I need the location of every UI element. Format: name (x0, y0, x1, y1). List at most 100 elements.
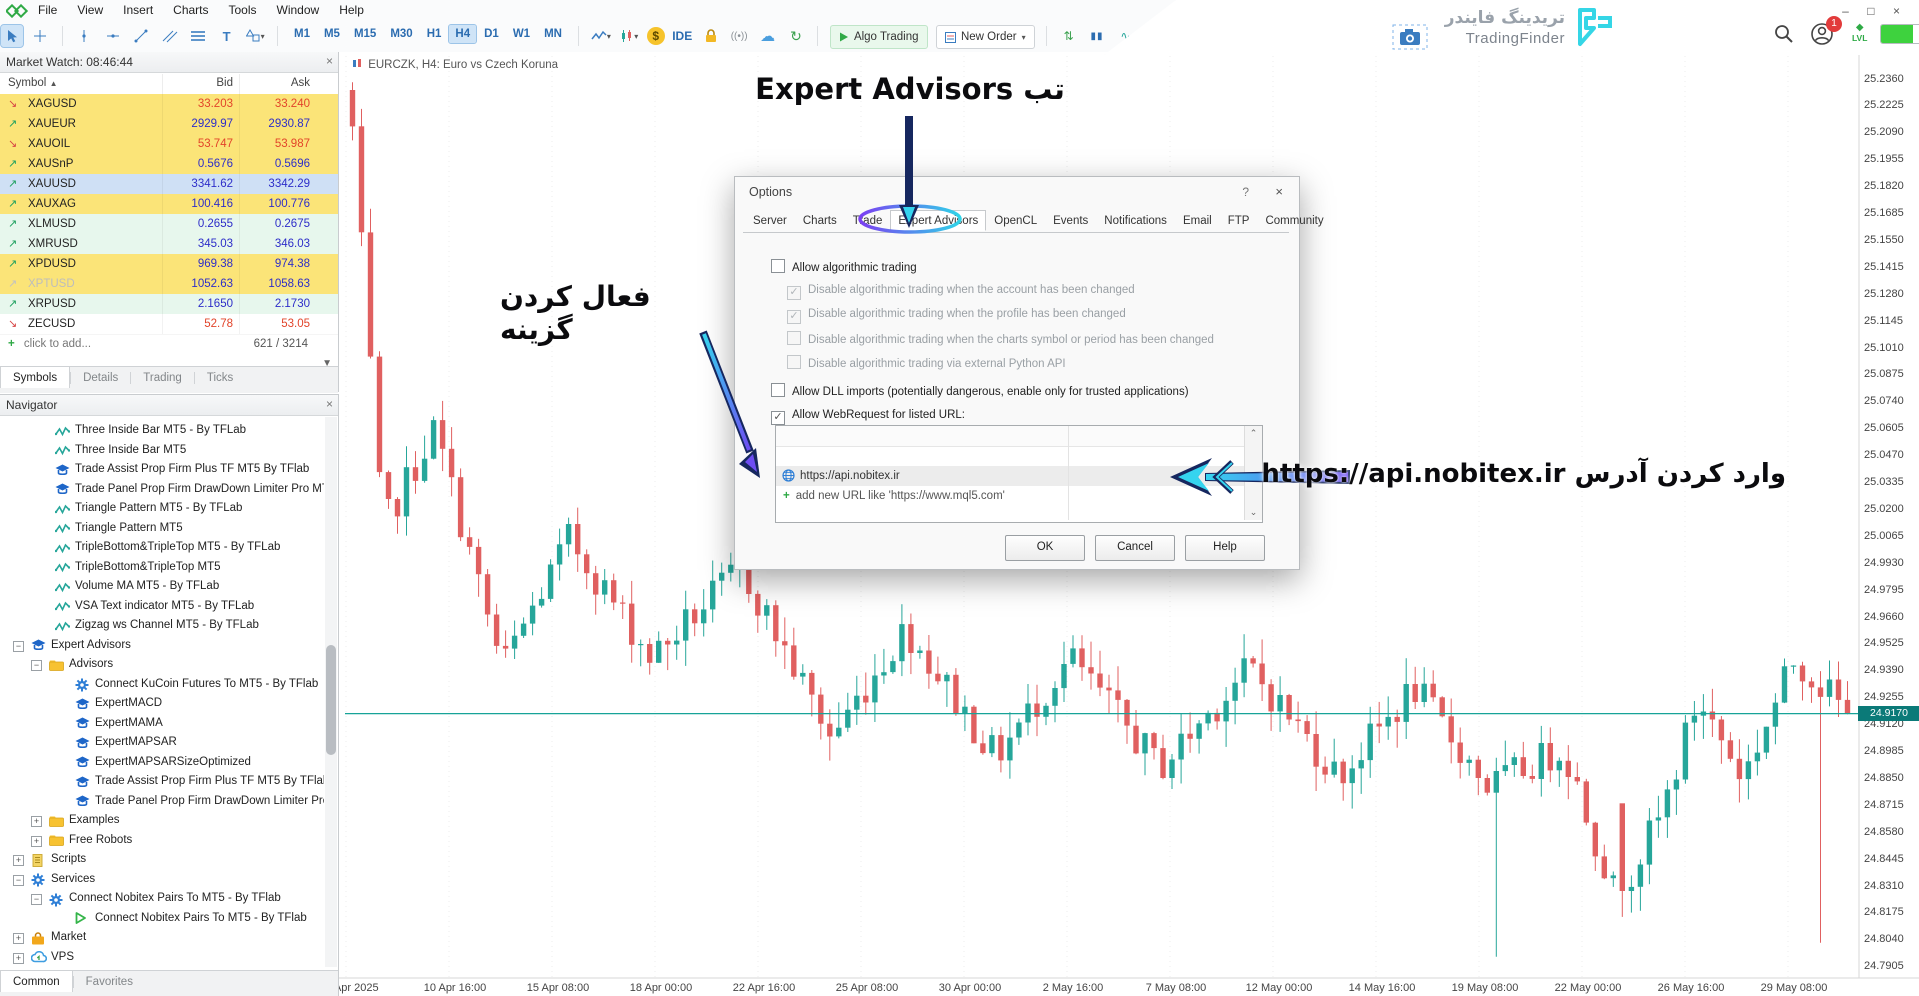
collapse-icon[interactable]: − (31, 660, 42, 671)
ok-button[interactable]: OK (1005, 535, 1085, 561)
camera-icon[interactable] (1392, 24, 1428, 50)
checkbox-unchecked-icon[interactable] (787, 355, 801, 369)
dialog-tab-expert-advisors[interactable]: Expert Advisors (890, 210, 986, 231)
close-icon[interactable]: × (326, 397, 333, 411)
navigator-scrollbar[interactable] (325, 417, 337, 967)
dialog-tab-trade[interactable]: Trade (845, 210, 891, 231)
crosshair-tool-button[interactable] (29, 25, 51, 47)
tree-item[interactable]: ExpertMACD (0, 694, 324, 714)
tree-item[interactable]: −Services (0, 870, 324, 890)
timeframe-d1[interactable]: D1 (478, 25, 505, 43)
market-row-xpdusd[interactable]: ↗XPDUSD969.38974.38 (0, 254, 338, 275)
signal-icon[interactable]: ((•)) (728, 25, 750, 47)
cloud-icon[interactable]: ☁ (757, 25, 779, 47)
search-icon[interactable] (1774, 24, 1794, 44)
collapse-icon[interactable]: − (13, 641, 24, 652)
expand-icon[interactable]: + (13, 855, 24, 866)
market-row-xaueur[interactable]: ↗XAUEUR2929.972930.87 (0, 114, 338, 135)
menu-window[interactable]: Window (267, 0, 330, 20)
tab-symbols[interactable]: Symbols (0, 366, 70, 388)
timeframe-m1[interactable]: M1 (288, 25, 316, 43)
market-row-xlmusd[interactable]: ↗XLMUSD0.26550.2675 (0, 214, 338, 235)
checkbox-0[interactable]: Allow algorithmic trading (771, 259, 917, 275)
tree-item[interactable]: Volume MA MT5 - By TFLab (0, 577, 324, 597)
expand-icon[interactable]: + (31, 816, 42, 827)
dialog-tab-opencl[interactable]: OpenCL (986, 210, 1045, 231)
checkbox-checked-icon[interactable]: ✓ (787, 310, 801, 324)
menu-view[interactable]: View (67, 0, 113, 20)
column-ask[interactable]: Ask (239, 77, 310, 89)
tree-item[interactable]: +Scripts (0, 850, 324, 870)
dialog-tab-ftp[interactable]: FTP (1220, 210, 1258, 231)
market-row-xauusd[interactable]: ↗XAUUSD3341.623342.29 (0, 174, 338, 195)
market-row-xrpusd[interactable]: ↗XRPUSD2.16502.1730 (0, 294, 338, 315)
close-icon[interactable]: × (1275, 184, 1283, 199)
tab-favorites[interactable]: Favorites (74, 972, 145, 992)
close-button[interactable]: × (1893, 4, 1900, 18)
tree-item[interactable]: −Expert Advisors (0, 636, 324, 656)
new-order-button[interactable]: New Order▾ (936, 25, 1035, 49)
menu-charts[interactable]: Charts (163, 0, 218, 20)
currency-icon[interactable]: $ (647, 27, 665, 45)
timeframe-mn[interactable]: MN (538, 25, 568, 43)
tree-item[interactable]: +Free Robots (0, 831, 324, 851)
tab-trading[interactable]: Trading (131, 368, 194, 388)
dialog-tab-community[interactable]: Community (1257, 210, 1331, 231)
tree-item[interactable]: ExpertMAPSARSizeOptimized (0, 753, 324, 773)
scroll-up-icon[interactable]: ⌃ (1245, 428, 1262, 439)
tree-item[interactable]: Triangle Pattern MT5 - By TFLab (0, 499, 324, 519)
tree-item[interactable]: +VPS (0, 948, 324, 968)
sync-icon[interactable]: ↻ (785, 25, 807, 47)
tree-item[interactable]: −Connect Nobitex Pairs To MT5 - By TFlab (0, 889, 324, 909)
channel-tool-button[interactable] (159, 25, 181, 47)
restore-button[interactable]: □ (1867, 4, 1874, 18)
timeframe-m30[interactable]: M30 (384, 25, 418, 43)
cursor-tool-button[interactable] (1, 25, 23, 47)
checkbox-4[interactable]: Disable algorithmic trading via external… (787, 355, 1066, 371)
dialog-tab-notifications[interactable]: Notifications (1096, 210, 1175, 231)
timeframe-m5[interactable]: M5 (318, 25, 346, 43)
scroll-down-icon[interactable]: ⌄ (1245, 507, 1262, 518)
tree-item[interactable]: ExpertMAPSAR (0, 733, 324, 753)
timeframe-w1[interactable]: W1 (507, 25, 536, 43)
pause-icon[interactable]: ▮▮ (1086, 25, 1108, 47)
tree-item[interactable]: Triangle Pattern MT5 (0, 519, 324, 539)
tree-item[interactable]: TripleBottom&TripleTop MT5 (0, 558, 324, 578)
tab-details[interactable]: Details (71, 368, 130, 388)
tree-item[interactable]: Zigzag ws Channel MT5 - By TFLab (0, 616, 324, 636)
menu-insert[interactable]: Insert (113, 0, 163, 20)
collapse-icon[interactable]: − (13, 875, 24, 886)
column-bid[interactable]: Bid (162, 77, 233, 89)
tab-common[interactable]: Common (0, 970, 73, 992)
checkbox-3[interactable]: Disable algorithmic trading when the cha… (787, 331, 1214, 347)
checkbox-5[interactable]: Allow DLL imports (potentially dangerous… (771, 383, 1189, 399)
column-symbol[interactable]: Symbol ▲ (8, 77, 57, 89)
menu-file[interactable]: File (28, 0, 67, 20)
checkbox-6[interactable]: ✓Allow WebRequest for listed URL: (771, 408, 965, 424)
add-symbol-row[interactable]: + click to add... 621 / 3214 (0, 334, 338, 354)
market-row-xauxag[interactable]: ↗XAUXAG100.416100.776 (0, 194, 338, 215)
expand-icon[interactable]: + (13, 933, 24, 944)
tree-item[interactable]: +Market (0, 928, 324, 948)
market-row-zecusd[interactable]: ↘ZECUSD52.7853.05 (0, 314, 338, 335)
market-row-xausnp[interactable]: ↗XAUSnP0.56760.5696 (0, 154, 338, 175)
dialog-tab-events[interactable]: Events (1045, 210, 1096, 231)
tree-item[interactable]: Trade Panel Prop Firm DrawDown Limiter P… (0, 480, 324, 500)
checkbox-checked-icon[interactable]: ✓ (771, 411, 785, 425)
dialog-tab-charts[interactable]: Charts (795, 210, 845, 231)
algo-trading-button[interactable]: Algo Trading (830, 25, 928, 49)
menu-tools[interactable]: Tools (219, 0, 267, 20)
tree-item[interactable]: −Advisors (0, 655, 324, 675)
market-row-xmrusd[interactable]: ↗XMRUSD345.03346.03 (0, 234, 338, 255)
fibonacci-tool-button[interactable] (187, 25, 209, 47)
tree-item[interactable]: Connect KuCoin Futures To MT5 - By TFlab (0, 675, 324, 695)
dialog-tab-server[interactable]: Server (745, 210, 795, 231)
trendline-tool-button[interactable] (130, 25, 152, 47)
expand-icon[interactable]: + (31, 836, 42, 847)
help-icon[interactable]: ? (1242, 185, 1249, 199)
market-row-xagusd[interactable]: ↘XAGUSD33.20333.240 (0, 94, 338, 115)
candlestick-type-icon[interactable]: ▾ (618, 25, 640, 47)
cancel-button[interactable]: Cancel (1095, 535, 1175, 561)
url-list-row[interactable]: https://api.nobitex.ir (776, 466, 1244, 486)
horizontal-line-tool-button[interactable] (102, 25, 124, 47)
